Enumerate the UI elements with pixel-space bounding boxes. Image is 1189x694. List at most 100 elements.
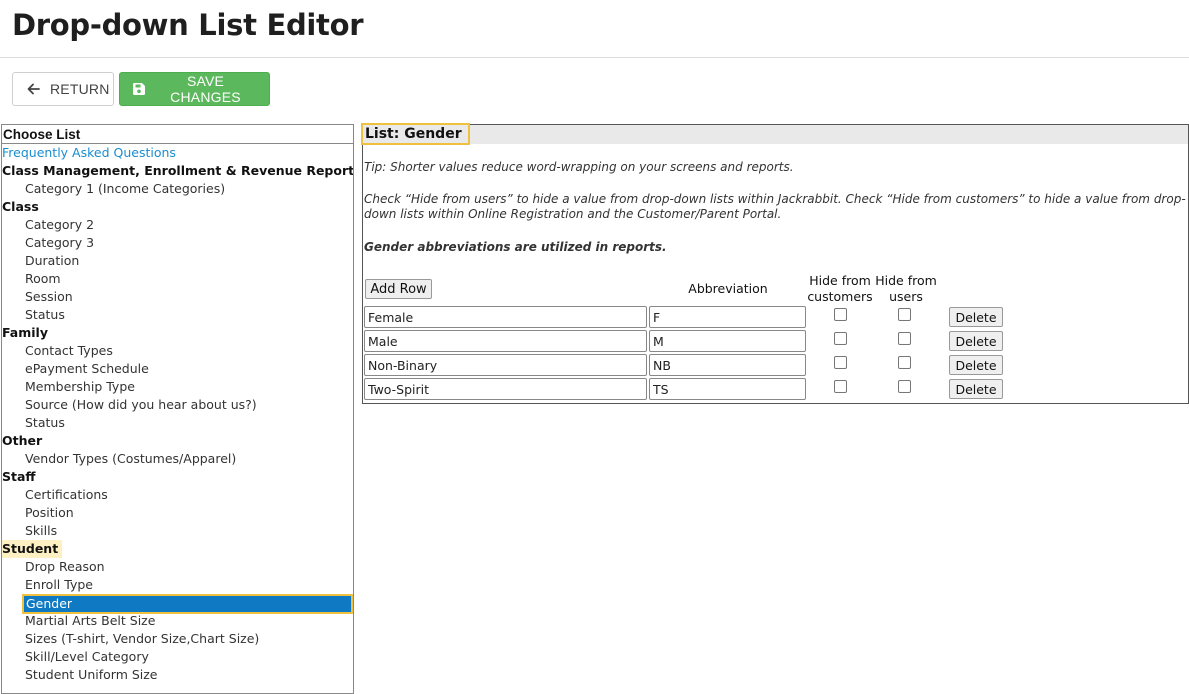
list-group-class: Class	[2, 199, 39, 214]
list-item-martial-arts-belt-size[interactable]: Martial Arts Belt Size	[2, 612, 353, 630]
hide-from-customers-checkbox[interactable]	[834, 380, 847, 393]
abbreviation-input[interactable]	[649, 378, 806, 400]
list-row: Status	[2, 414, 353, 432]
list-row: Source (How did you hear about us?)	[2, 396, 353, 414]
list-row: Family	[2, 324, 353, 342]
list-row: Position	[2, 504, 353, 522]
hide-from-customers-column-header: Hide from customers	[807, 273, 873, 304]
list-item-category-3[interactable]: Category 3	[2, 234, 353, 252]
hide-from-users-column-header: Hide from users	[875, 273, 937, 304]
list-item-duration[interactable]: Duration	[2, 252, 353, 270]
list-group-other: Other	[2, 433, 43, 448]
list-item-student-uniform-size[interactable]: Student Uniform Size	[2, 666, 353, 684]
list-item-skills[interactable]: Skills	[2, 522, 353, 540]
toolbar: RETURN SAVE CHANGES	[12, 72, 270, 106]
choose-list-header: Choose List	[2, 125, 353, 144]
hide-from-users-checkbox[interactable]	[898, 356, 911, 369]
list-row: Enroll Type	[2, 576, 353, 594]
delete-button[interactable]: Delete	[949, 379, 1003, 399]
list-item-category-2[interactable]: Category 2	[2, 216, 353, 234]
list-row: Martial Arts Belt Size	[2, 612, 353, 630]
hide-note-text: Check “Hide from users” to hide a value …	[364, 192, 1186, 221]
add-row-button[interactable]: Add Row	[365, 279, 432, 299]
list-item-epayment-schedule[interactable]: ePayment Schedule	[2, 360, 353, 378]
list-item-room[interactable]: Room	[2, 270, 353, 288]
arrow-left-icon	[27, 83, 40, 95]
abbreviation-input[interactable]	[649, 354, 806, 376]
list-row: Duration	[2, 252, 353, 270]
list-row: Other	[2, 432, 353, 450]
list-item-position[interactable]: Position	[2, 504, 353, 522]
floppy-disk-icon	[132, 82, 146, 96]
list-row: Category 3	[2, 234, 353, 252]
list-row: Room	[2, 270, 353, 288]
hide-from-customers-checkbox[interactable]	[834, 332, 847, 345]
save-changes-button[interactable]: SAVE CHANGES	[119, 72, 270, 106]
list-row: Category 1 (Income Categories)	[2, 180, 353, 198]
list-row: Vendor Types (Costumes/Apparel)	[2, 450, 353, 468]
list-row: Staff	[2, 468, 353, 486]
abbreviation-column-header: Abbreviation	[688, 281, 768, 296]
faq-link[interactable]: Frequently Asked Questions	[2, 144, 353, 162]
list-item-status[interactable]: Status	[2, 306, 353, 324]
list-row: Skills	[2, 522, 353, 540]
hide-from-users-checkbox[interactable]	[898, 308, 911, 321]
list-row: Status	[2, 306, 353, 324]
hide-from-users-checkbox[interactable]	[898, 380, 911, 393]
hide-from-customers-checkbox[interactable]	[834, 356, 847, 369]
list-group-staff: Staff	[2, 469, 36, 484]
list-item-status[interactable]: Status	[2, 414, 353, 432]
list-item-skill-level-category[interactable]: Skill/Level Category	[2, 648, 353, 666]
list-item-contact-types[interactable]: Contact Types	[2, 342, 353, 360]
list-group-family: Family	[2, 325, 48, 340]
list-row: Student Uniform Size	[2, 666, 353, 684]
choose-list-panel: Choose List Frequently Asked Questions Cl…	[1, 124, 354, 694]
list-item-vendor-types-costumes-apparel[interactable]: Vendor Types (Costumes/Apparel)	[2, 450, 353, 468]
list-row: Certifications	[2, 486, 353, 504]
delete-button[interactable]: Delete	[949, 307, 1003, 327]
list-item-membership-type[interactable]: Membership Type	[2, 378, 353, 396]
list-row: Category 2	[2, 216, 353, 234]
title-divider	[0, 57, 1189, 58]
abbreviation-input[interactable]	[649, 330, 806, 352]
page-title: Drop-down List Editor	[12, 8, 364, 42]
list-row: Membership Type	[2, 378, 353, 396]
hide-from-customers-checkbox[interactable]	[834, 308, 847, 321]
list-row: Frequently Asked Questions	[2, 144, 353, 162]
value-input[interactable]	[364, 354, 647, 376]
list-item-sizes-t-shirt-vendor-size-chart-size[interactable]: Sizes (T-shirt, Vendor Size,Chart Size)	[2, 630, 353, 648]
list-group-student: Student	[2, 540, 63, 558]
list-row: ePayment Schedule	[2, 360, 353, 378]
editor-title: List: Gender	[361, 123, 470, 145]
value-input[interactable]	[364, 306, 647, 328]
editor-header: List: Gender	[361, 123, 1188, 145]
list-row: Skill/Level Category	[2, 648, 353, 666]
list-editor-panel: List: Gender Tip: Shorter values reduce …	[361, 123, 1189, 404]
list-row: Session	[2, 288, 353, 306]
list-item-enroll-type[interactable]: Enroll Type	[2, 576, 353, 594]
delete-button[interactable]: Delete	[949, 331, 1003, 351]
list-item-source-how-did-you-hear-about-us[interactable]: Source (How did you hear about us?)	[2, 396, 353, 414]
value-input[interactable]	[364, 330, 647, 352]
list-row: Class	[2, 198, 353, 216]
list-item-certifications[interactable]: Certifications	[2, 486, 353, 504]
list-item-gender[interactable]: Gender	[22, 594, 353, 614]
list-row: Gender	[2, 594, 353, 614]
save-changes-label: SAVE CHANGES	[170, 73, 241, 105]
list-row: Drop Reason	[2, 558, 353, 576]
hide-from-users-checkbox[interactable]	[898, 332, 911, 345]
list-row: Sizes (T-shirt, Vendor Size,Chart Size)	[2, 630, 353, 648]
value-input[interactable]	[364, 378, 647, 400]
list-row: Class Management, Enrollment & Revenue R…	[2, 162, 353, 180]
list-item-drop-reason[interactable]: Drop Reason	[2, 558, 353, 576]
list-item-session[interactable]: Session	[2, 288, 353, 306]
return-button[interactable]: RETURN	[12, 72, 114, 106]
abbreviation-note-text: Gender abbreviations are utilized in rep…	[364, 240, 667, 254]
list-row: Student	[2, 540, 353, 558]
delete-button[interactable]: Delete	[949, 355, 1003, 375]
return-label: RETURN	[50, 81, 110, 97]
tip-text: Tip: Shorter values reduce word-wrapping…	[364, 160, 794, 174]
abbreviation-input[interactable]	[649, 306, 806, 328]
list-row: Contact Types	[2, 342, 353, 360]
list-item-category-1-income-categories[interactable]: Category 1 (Income Categories)	[2, 180, 353, 198]
